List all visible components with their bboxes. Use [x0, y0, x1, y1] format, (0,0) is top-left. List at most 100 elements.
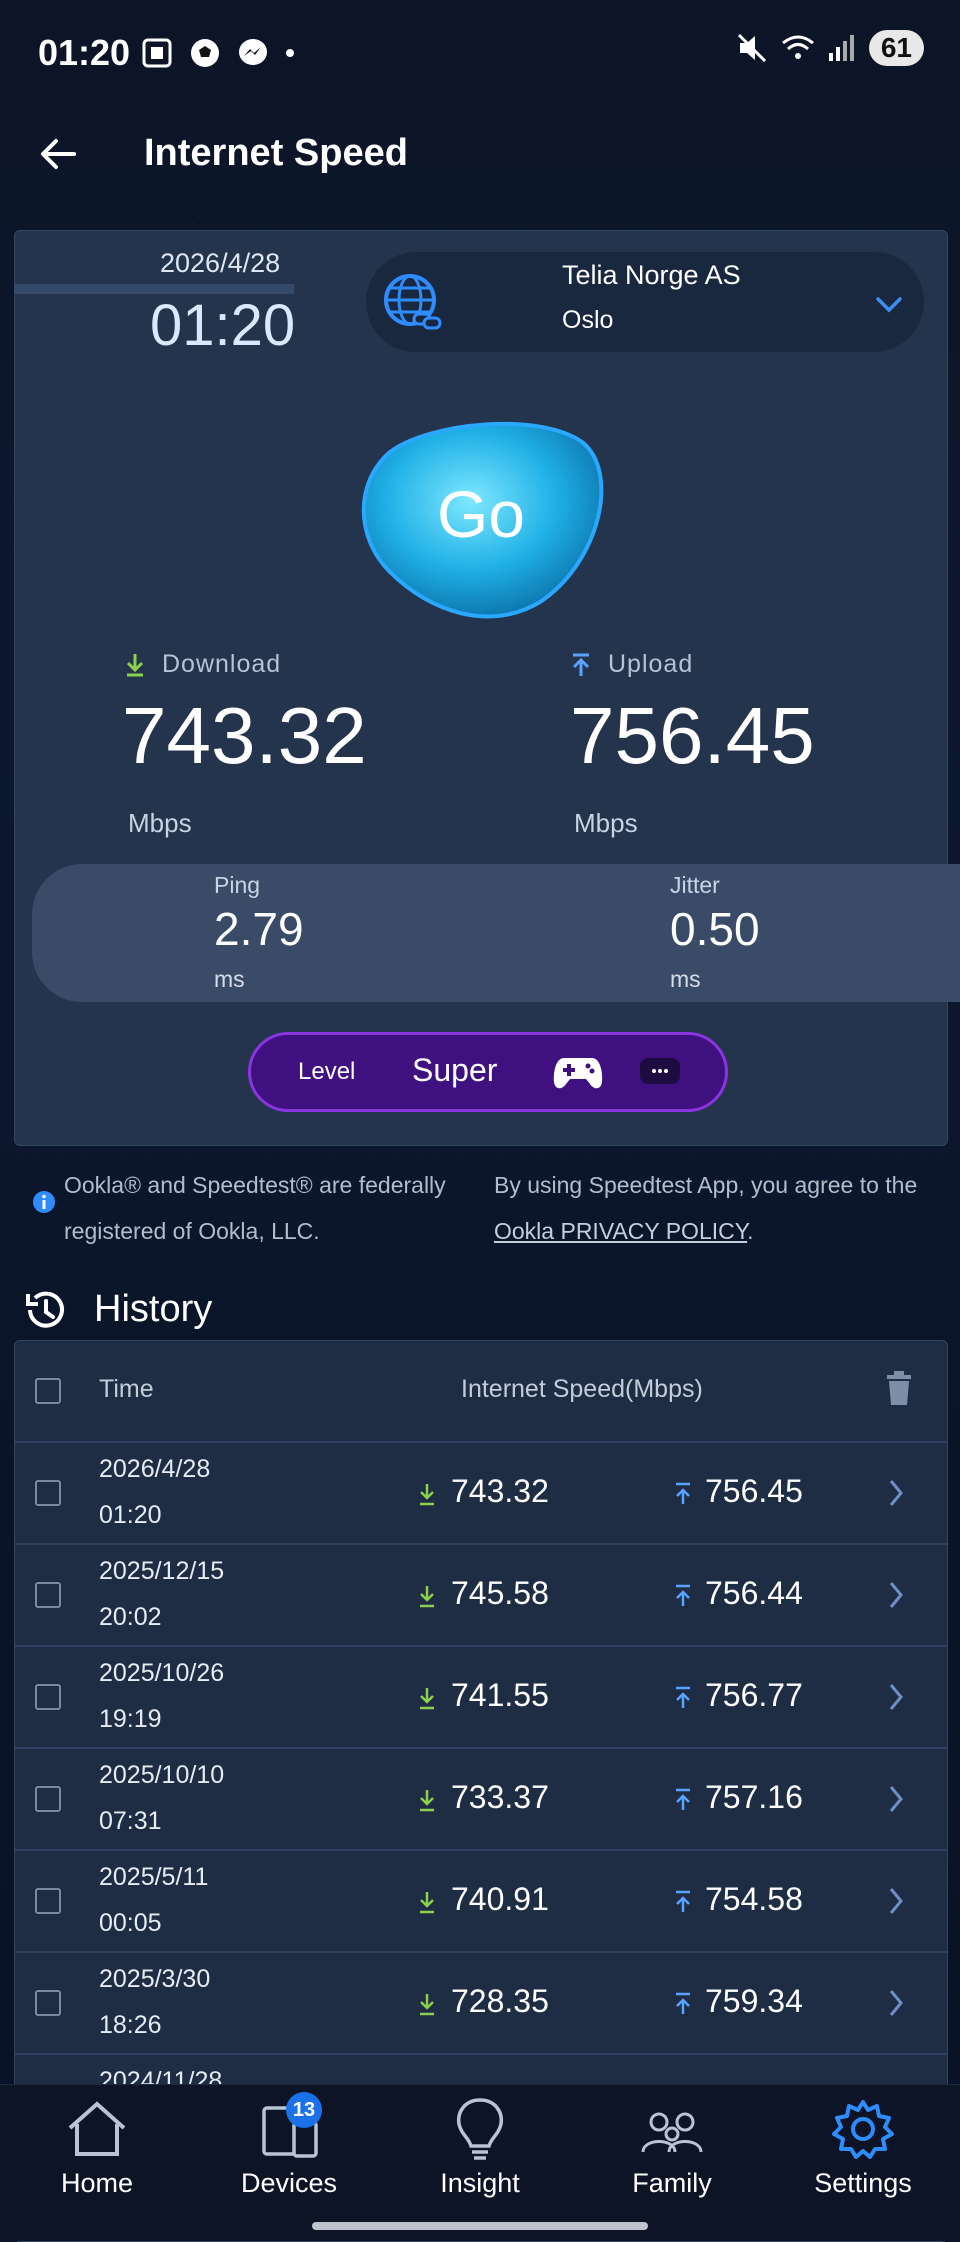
download-arrow-icon — [126, 654, 144, 677]
row-time: 20:02 — [99, 1603, 162, 1631]
row-upload: 759.34 — [705, 1983, 803, 2019]
row-download: 741.55 — [451, 1677, 549, 1713]
gear-icon — [832, 2100, 894, 2159]
upload-label: Upload — [608, 650, 694, 678]
privacy-policy-link[interactable]: Ookla PRIVACY POLICY — [494, 1218, 747, 1244]
row-download: 728.35 — [451, 1983, 549, 2019]
row-upload: 756.44 — [705, 1575, 803, 1611]
row-upload: 757.16 — [705, 1779, 803, 1815]
history-row[interactable]: 2025/12/15 20:02 745.58 756.44 — [15, 1545, 947, 1647]
privacy-notice-text: By using Speedtest App, you agree to the — [494, 1172, 918, 1198]
server-city: Oslo — [562, 306, 614, 334]
download-arrow-icon — [420, 1586, 434, 1608]
row-checkbox[interactable] — [35, 1888, 61, 1914]
chevron-right-icon[interactable] — [885, 1987, 907, 2019]
nav-family[interactable]: Family — [597, 2094, 747, 2199]
history-row[interactable]: 2025/10/10 07:31 733.37 757.16 — [15, 1749, 947, 1851]
row-download: 745.58 — [451, 1575, 549, 1611]
status-notification-icons — [140, 36, 296, 70]
nav-home[interactable]: Home — [22, 2094, 172, 2199]
history-row[interactable]: 2025/3/30 18:26 728.35 759.34 — [15, 1953, 947, 2055]
wifi-icon — [781, 35, 814, 59]
home-indicator — [312, 2222, 648, 2230]
lightbulb-icon — [456, 2098, 504, 2160]
go-label: Go — [436, 477, 526, 551]
chevron-right-icon[interactable] — [885, 1681, 907, 1713]
test-date: 2026/4/28 — [160, 248, 281, 278]
back-arrow-icon[interactable] — [34, 130, 82, 178]
row-date: 2025/12/15 — [99, 1557, 225, 1585]
row-upload: 756.77 — [705, 1677, 803, 1713]
row-checkbox[interactable] — [35, 1684, 61, 1710]
chevron-right-icon[interactable] — [885, 1885, 907, 1917]
history-header-row: Time Internet Speed(Mbps) — [15, 1341, 947, 1443]
row-time: 18:26 — [99, 2011, 162, 2039]
history-row[interactable]: 2026/4/28 01:20 743.32 756.45 — [15, 1443, 947, 1545]
select-all-checkbox[interactable] — [35, 1378, 61, 1404]
history-title: History — [94, 1288, 213, 1330]
test-time: 01:20 — [150, 293, 296, 358]
devices-badge: 13 — [286, 2092, 322, 2128]
level-label: Level — [298, 1058, 356, 1085]
row-checkbox[interactable] — [35, 1786, 61, 1812]
row-checkbox[interactable] — [35, 1480, 61, 1506]
download-arrow-icon — [420, 1484, 434, 1506]
dot-icon — [286, 49, 294, 57]
soccer-ball-icon — [191, 39, 219, 67]
download-label: Download — [162, 650, 282, 678]
row-upload: 756.45 — [705, 1473, 803, 1509]
upload-arrow-icon — [676, 1686, 690, 1708]
privacy-notice: By using Speedtest App, you agree to the… — [494, 1162, 954, 1254]
home-icon — [68, 2101, 126, 2156]
download-arrow-icon — [420, 1688, 434, 1710]
nav-settings-label: Settings — [814, 2168, 912, 2198]
screenshot-icon — [142, 38, 172, 68]
chevron-right-icon[interactable] — [885, 1477, 907, 1509]
upload-arrow-icon — [676, 1788, 690, 1810]
download-arrow-icon — [420, 1994, 434, 2016]
history-icon — [26, 1291, 64, 1328]
upload-arrow-icon — [676, 1992, 690, 2014]
download-arrow-icon — [420, 1790, 434, 1812]
jitter-label: Jitter — [670, 872, 720, 898]
trademark-notice: Ookla® and Speedtest® are federally regi… — [64, 1172, 446, 1244]
privacy-notice-period: . — [747, 1218, 754, 1244]
server-name: Telia Norge AS — [562, 260, 741, 290]
chevron-right-icon[interactable] — [885, 1783, 907, 1815]
nav-insight[interactable]: Insight — [405, 2094, 555, 2199]
jitter-unit: ms — [670, 966, 701, 992]
mute-icon — [737, 33, 766, 63]
chevron-right-icon[interactable] — [885, 1579, 907, 1611]
row-date: 2025/10/10 — [99, 1761, 225, 1789]
page-title: Internet Speed — [144, 132, 408, 174]
column-header-speed: Internet Speed(Mbps) — [461, 1375, 703, 1403]
row-download: 733.37 — [451, 1779, 549, 1815]
chevron-down-icon[interactable] — [872, 288, 906, 322]
more-dots-icon[interactable] — [640, 1058, 680, 1084]
row-download: 740.91 — [451, 1881, 549, 1917]
row-time: 07:31 — [99, 1807, 162, 1835]
jitter-value: 0.50 — [670, 903, 760, 955]
download-unit: Mbps — [128, 808, 192, 838]
trash-icon[interactable] — [885, 1371, 913, 1407]
row-download: 743.32 — [451, 1473, 549, 1509]
signal-icon — [828, 35, 854, 61]
row-checkbox[interactable] — [35, 1582, 61, 1608]
nav-settings[interactable]: Settings — [788, 2094, 938, 2199]
download-arrow-icon — [420, 1892, 434, 1914]
nav-insight-label: Insight — [440, 2168, 520, 2198]
history-row[interactable]: 2025/10/26 19:19 741.55 756.77 — [15, 1647, 947, 1749]
ping-unit: ms — [214, 966, 245, 992]
upload-arrow-icon — [676, 1482, 690, 1504]
upload-value: 756.45 — [570, 691, 815, 780]
upload-arrow-icon — [676, 1890, 690, 1912]
column-header-time: Time — [99, 1375, 154, 1403]
row-time: 19:19 — [99, 1705, 162, 1733]
row-date: 2025/5/11 — [99, 1863, 209, 1891]
speedtest-card — [14, 230, 948, 1146]
ping-label: Ping — [214, 872, 261, 898]
info-icon — [33, 1191, 55, 1213]
history-row[interactable]: 2025/5/11 00:05 740.91 754.58 — [15, 1851, 947, 1953]
level-value: Super — [412, 1052, 498, 1088]
row-checkbox[interactable] — [35, 1990, 61, 2016]
